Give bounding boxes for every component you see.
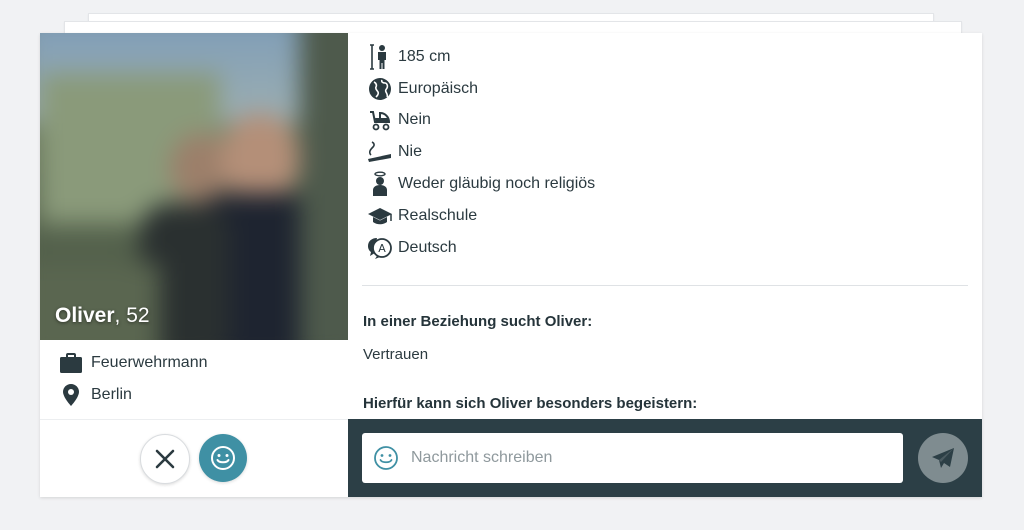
globe-icon <box>367 76 393 102</box>
job-row: Feuerwehrmann <box>40 347 348 379</box>
dismiss-button[interactable] <box>140 434 190 484</box>
location-text: Berlin <box>91 386 132 403</box>
relationship-title: In einer Beziehung sucht Oliver: <box>363 313 593 330</box>
location-row: Berlin <box>40 379 348 411</box>
graduation-cap-icon <box>367 203 393 229</box>
message-placeholder: Nachricht schreiben <box>411 449 553 466</box>
profile-card: Oliver, 52 Feuerwehrmann Berlin 185 cm E… <box>40 33 982 497</box>
attribute-text: Europäisch <box>398 79 479 97</box>
attribute-text: Nein <box>398 111 431 129</box>
emoji-icon[interactable] <box>373 445 399 471</box>
name-age-line: Oliver, 52 <box>55 304 150 328</box>
paper-plane-icon <box>932 448 954 468</box>
briefcase-icon <box>60 352 82 374</box>
profile-facts: Feuerwehrmann Berlin <box>40 347 348 411</box>
language-bubble-icon: A <box>367 235 393 261</box>
height-icon <box>367 44 393 70</box>
attribute-text: Weder gläubig noch religiös <box>398 175 596 193</box>
attribute-text: Realschule <box>398 206 478 224</box>
attribute-ethnicity: Europäisch <box>348 73 595 105</box>
attribute-text: 185 cm <box>398 47 451 65</box>
attribute-text: Nie <box>398 143 423 161</box>
action-bar <box>40 419 348 497</box>
svg-text:A: A <box>378 242 386 255</box>
send-button[interactable] <box>918 433 968 483</box>
attribute-height: 185 cm <box>348 41 595 73</box>
photo-image <box>40 33 348 340</box>
profile-age: , 52 <box>114 304 150 327</box>
attribute-religion: Weder gläubig noch religiös <box>348 168 595 200</box>
cigarette-icon <box>367 139 393 165</box>
attribute-children: Nein <box>348 105 595 137</box>
stroller-icon <box>367 107 393 133</box>
profile-name: Oliver <box>55 304 115 327</box>
job-text: Feuerwehrmann <box>91 354 208 371</box>
attribute-language: A Deutsch <box>348 232 595 264</box>
close-icon <box>155 449 175 469</box>
profile-photo[interactable]: Oliver, 52 <box>40 33 348 340</box>
message-composer: Nachricht schreiben <box>348 419 982 497</box>
map-pin-icon <box>60 384 82 406</box>
enthusiasm-title: Hierfür kann sich Oliver besonders begei… <box>363 395 698 412</box>
smiley-icon <box>211 446 235 470</box>
like-button[interactable] <box>199 434 247 482</box>
person-halo-icon <box>367 171 393 197</box>
relationship-text: Vertrauen <box>363 346 429 363</box>
attribute-education: Realschule <box>348 200 595 232</box>
section-divider <box>362 285 968 286</box>
attribute-list: 185 cm Europäisch Nein Nie Weder gläubig… <box>348 41 595 264</box>
message-input[interactable]: Nachricht schreiben <box>362 433 903 483</box>
attribute-smoking: Nie <box>348 136 595 168</box>
profile-details: 185 cm Europäisch Nein Nie Weder gläubig… <box>348 33 982 419</box>
attribute-text: Deutsch <box>398 238 457 256</box>
